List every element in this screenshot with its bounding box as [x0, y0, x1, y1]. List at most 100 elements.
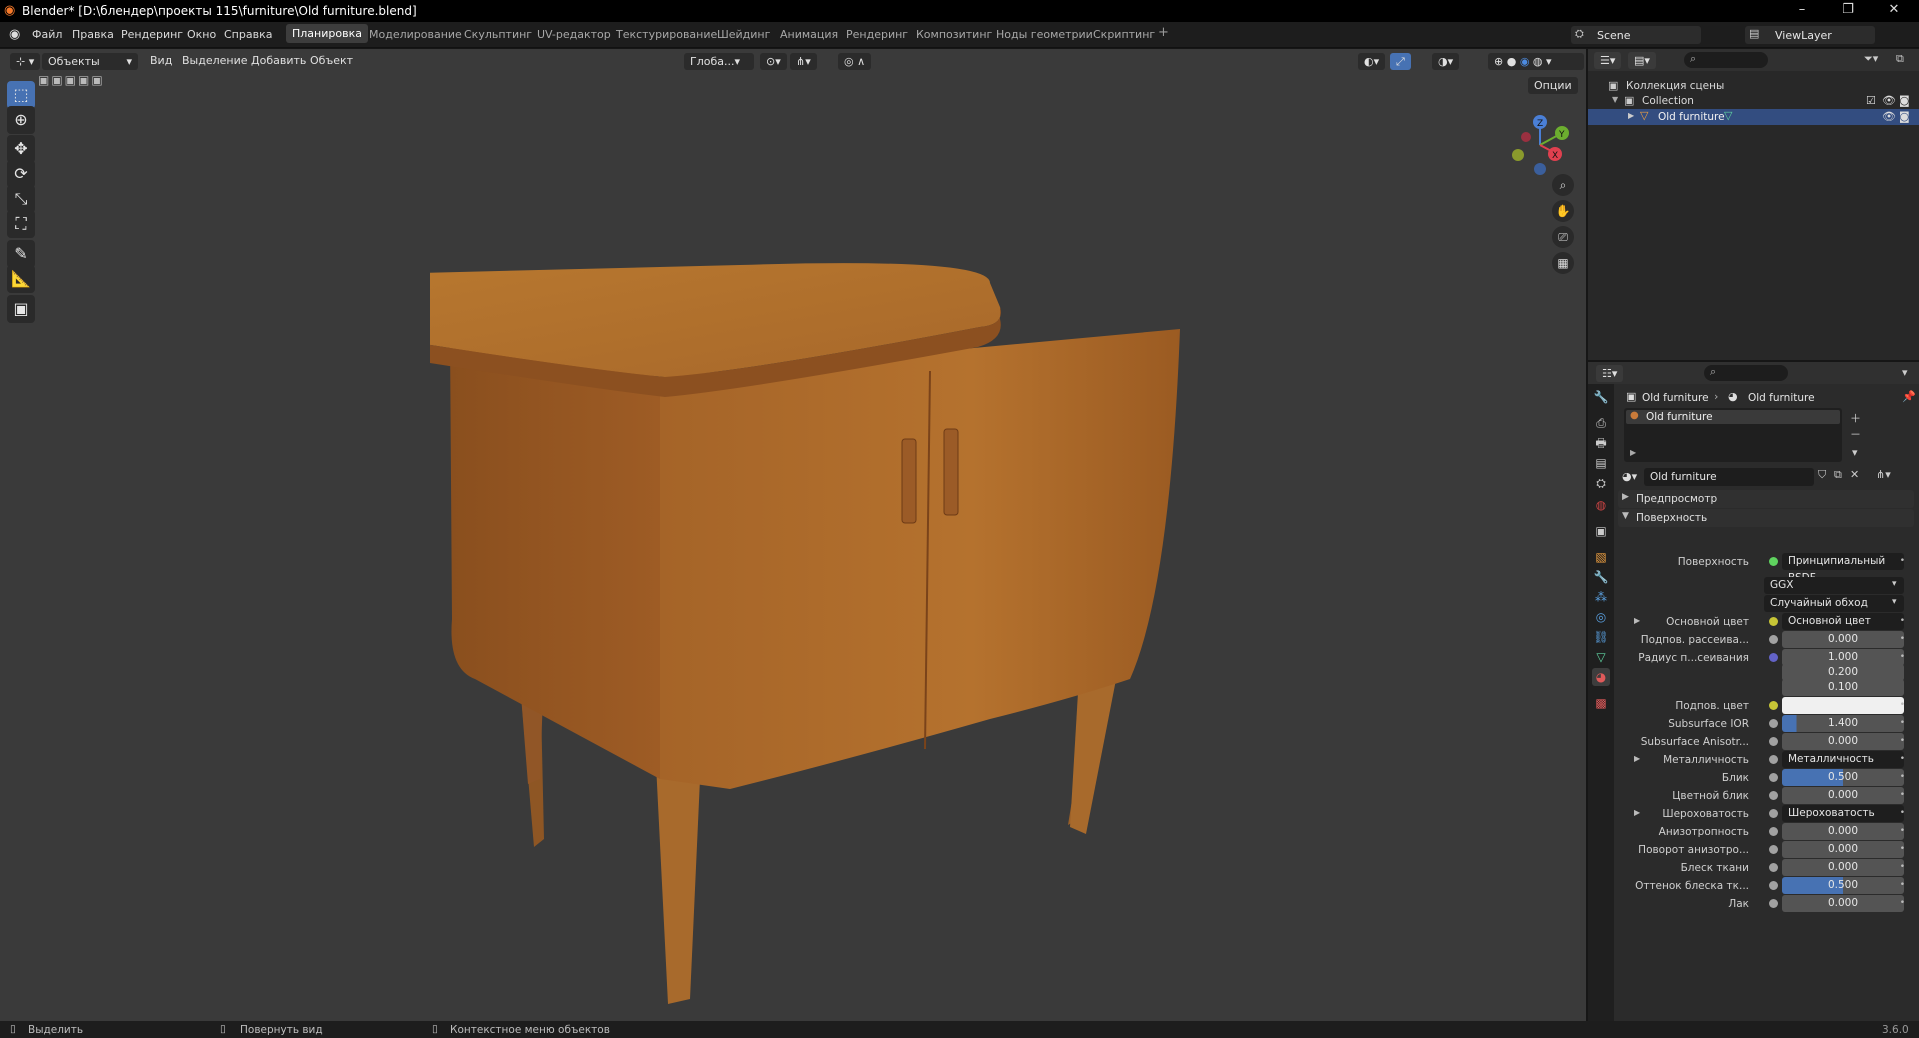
value-field[interactable]: 0.000: [1782, 859, 1904, 876]
keyframe-dot-icon[interactable]: •: [1900, 898, 1905, 908]
pan-hand-icon[interactable]: ✋: [1552, 200, 1574, 222]
data-tab-icon[interactable]: ▽: [1592, 648, 1610, 666]
dropdown-select[interactable]: Случайный обход: [1764, 595, 1904, 612]
annotate-tool-icon[interactable]: ✎: [7, 240, 35, 268]
view-layer-tab-icon[interactable]: ▤: [1592, 454, 1610, 472]
value-field[interactable]: 0.000: [1782, 895, 1904, 912]
keyframe-dot-icon[interactable]: •: [1900, 634, 1905, 644]
row-expand-icon[interactable]: ▶: [1634, 616, 1640, 625]
select-mode-icons[interactable]: ▣▣▣▣▣: [38, 73, 105, 87]
socket-icon[interactable]: [1769, 617, 1778, 626]
scene-tab-icon[interactable]: ⛭: [1592, 474, 1610, 492]
expand-chevron-icon[interactable]: ▼: [1612, 95, 1618, 104]
row-expand-icon[interactable]: ▶: [1634, 754, 1640, 763]
navigation-gizmo[interactable]: Z Y X: [1500, 97, 1580, 177]
keyframe-dot-icon[interactable]: •: [1900, 808, 1905, 818]
ortho-grid-icon[interactable]: ▦: [1552, 252, 1574, 274]
tab-shading[interactable]: Шейдинг: [717, 28, 770, 41]
keyframe-dot-icon[interactable]: •: [1900, 880, 1905, 890]
value-field[interactable]: 1.400: [1782, 715, 1904, 732]
panel-preview[interactable]: ▶ Предпросмотр: [1618, 490, 1914, 508]
snap-icon[interactable]: ⋔▾: [790, 53, 817, 70]
tab-animation[interactable]: Анимация: [780, 28, 838, 41]
restore-button[interactable]: ❐: [1833, 2, 1863, 17]
properties-search-input[interactable]: ⌕: [1704, 365, 1788, 381]
material-browse-icon[interactable]: ◕▾: [1622, 470, 1637, 483]
socket-icon[interactable]: [1769, 827, 1778, 836]
tab-modeling[interactable]: Моделирование: [369, 28, 462, 41]
proportional-edit-icon[interactable]: ◎ ∧: [838, 53, 872, 70]
menu-file[interactable]: Файл: [32, 28, 62, 41]
value-field[interactable]: Металличность: [1782, 751, 1904, 768]
world-tab-icon[interactable]: ◍: [1592, 496, 1610, 514]
options-button[interactable]: Опции: [1528, 77, 1578, 94]
object-eye-icon[interactable]: 👁: [1882, 110, 1896, 123]
viewlayer-selector[interactable]: ▤ ViewLayer: [1745, 26, 1875, 44]
value-field[interactable]: 0.500: [1782, 769, 1904, 786]
minimize-button[interactable]: –: [1787, 2, 1817, 17]
tree-row-collection[interactable]: ▼ ▣ Collection ☑ 👁 ◙: [1588, 94, 1919, 109]
socket-icon[interactable]: [1769, 737, 1778, 746]
modifier-tab-icon[interactable]: 🔧: [1592, 568, 1610, 586]
visibility-icon[interactable]: ◐▾: [1358, 53, 1386, 70]
socket-icon[interactable]: [1769, 701, 1778, 710]
material-name-field[interactable]: Old furniture: [1644, 468, 1814, 486]
properties-editor-type[interactable]: ☷▾: [1596, 365, 1624, 382]
eye-icon[interactable]: 👁: [1882, 94, 1896, 107]
viewport-menu-select[interactable]: Выделение: [182, 54, 248, 67]
socket-icon[interactable]: [1769, 809, 1778, 818]
row-expand-icon[interactable]: ▶: [1634, 808, 1640, 817]
tab-sculpting[interactable]: Скульптинг: [464, 28, 532, 41]
node-browse-icon[interactable]: ⋔▾: [1876, 468, 1891, 481]
socket-icon[interactable]: [1769, 773, 1778, 782]
keyframe-dot-icon[interactable]: •: [1900, 862, 1905, 872]
value-field[interactable]: 0.000: [1782, 841, 1904, 858]
checkbox-icon[interactable]: ☑: [1866, 94, 1876, 107]
duplicate-material-icon[interactable]: ⧉: [1834, 468, 1842, 482]
socket-icon[interactable]: [1769, 719, 1778, 728]
camera-render-icon[interactable]: ◙: [1899, 94, 1910, 107]
keyframe-dot-icon[interactable]: •: [1900, 754, 1905, 764]
socket-icon[interactable]: [1769, 845, 1778, 854]
add-workspace-button[interactable]: +: [1158, 25, 1169, 40]
object-render-icon[interactable]: ◙: [1899, 110, 1910, 123]
camera-view-icon[interactable]: ⎚: [1552, 226, 1574, 248]
pivot-point-icon[interactable]: ⊙▾: [760, 53, 787, 70]
collection-tab-icon[interactable]: ▣: [1592, 522, 1610, 540]
outliner-search-input[interactable]: ⌕: [1684, 52, 1768, 68]
add-slot-button[interactable]: ＋: [1850, 410, 1861, 426]
menu-render[interactable]: Рендеринг: [121, 28, 183, 41]
viewport-menu-view[interactable]: Вид: [150, 54, 172, 67]
blender-menu-icon[interactable]: ◉: [9, 27, 20, 42]
socket-icon[interactable]: [1769, 899, 1778, 908]
panel-surface[interactable]: ▼ Поверхность: [1618, 509, 1914, 527]
expand-arrow-icon[interactable]: ▶: [1628, 111, 1634, 120]
viewport-menu-add[interactable]: Добавить: [251, 54, 306, 67]
slot-expand-icon[interactable]: ▶: [1630, 448, 1636, 457]
transform-orientation[interactable]: Глоба...▾: [684, 53, 754, 70]
remove-slot-button[interactable]: －: [1850, 426, 1861, 442]
texture-tab-icon[interactable]: ▩: [1592, 694, 1610, 712]
tab-rendering[interactable]: Рендеринг: [846, 28, 908, 41]
tab-texturing[interactable]: Текстурирование: [616, 28, 717, 41]
gizmo-neg-z-axis[interactable]: [1534, 163, 1546, 175]
physics-tab-icon[interactable]: ◎: [1592, 608, 1610, 626]
color-swatch[interactable]: [1782, 697, 1904, 714]
keyframe-dot-icon[interactable]: •: [1900, 790, 1905, 800]
gizmo-neg-x-axis[interactable]: [1521, 132, 1531, 142]
tree-row-object[interactable]: ▶ ▽ Old furniture ▽ 👁 ◙: [1588, 109, 1919, 125]
close-button[interactable]: ✕: [1879, 2, 1909, 17]
outliner-editor-type[interactable]: ☰▾: [1594, 52, 1622, 69]
breadcrumb-object[interactable]: Old furniture: [1642, 392, 1709, 404]
output-tab-icon[interactable]: 🖶: [1592, 434, 1610, 452]
viewport-menu-object[interactable]: Объект: [310, 54, 353, 67]
keyframe-dot-icon[interactable]: •: [1900, 718, 1905, 728]
keyframe-dot-icon[interactable]: •: [1900, 772, 1905, 782]
properties-options-icon[interactable]: ▾: [1902, 366, 1908, 379]
gizmo-neg-y-axis[interactable]: [1512, 149, 1524, 161]
keyframe-dot-icon[interactable]: •: [1900, 844, 1905, 854]
value-field[interactable]: 0.000: [1782, 631, 1904, 648]
display-mode-icon[interactable]: ▤▾: [1628, 52, 1656, 69]
tab-geometry-nodes[interactable]: Ноды геометрии: [996, 28, 1093, 41]
transform-tool-icon[interactable]: ⛶: [7, 210, 35, 238]
